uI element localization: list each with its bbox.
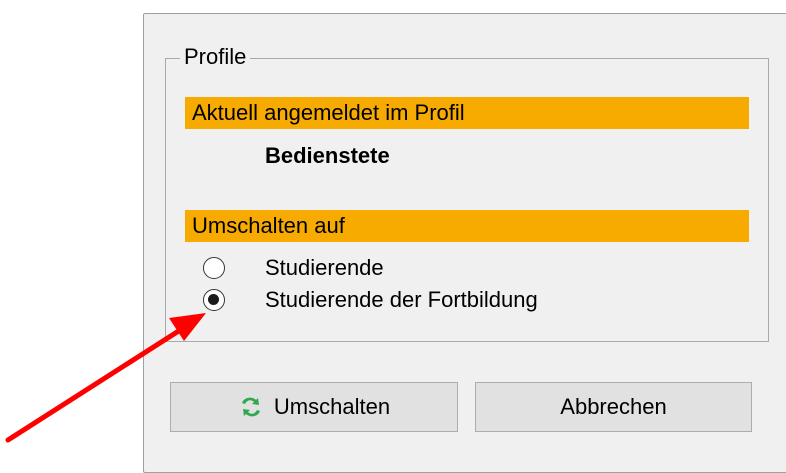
radio-label: Studierende: [265, 255, 384, 280]
radio-option-studierende-fortbildung[interactable]: Studierende der Fortbildung: [203, 285, 538, 315]
current-profile-header: Aktuell angemeldet im Profil: [185, 97, 749, 129]
switch-button-label: Umschalten: [273, 394, 391, 419]
switch-to-header: Umschalten auf: [185, 210, 749, 242]
radio-button-selected[interactable]: [203, 289, 225, 311]
radio-button[interactable]: [203, 257, 225, 279]
current-profile-value: Bedienstete: [265, 143, 390, 168]
cancel-button-label: Abbrechen: [560, 394, 667, 419]
switch-arrows-icon: [241, 397, 260, 417]
switch-button[interactable]: Umschalten: [170, 382, 458, 432]
cancel-button[interactable]: Abbrechen: [475, 382, 752, 432]
radio-option-studierende[interactable]: Studierende: [203, 253, 384, 283]
radio-label: Studierende der Fortbildung: [265, 287, 538, 312]
groupbox-title: Profile: [180, 44, 251, 70]
